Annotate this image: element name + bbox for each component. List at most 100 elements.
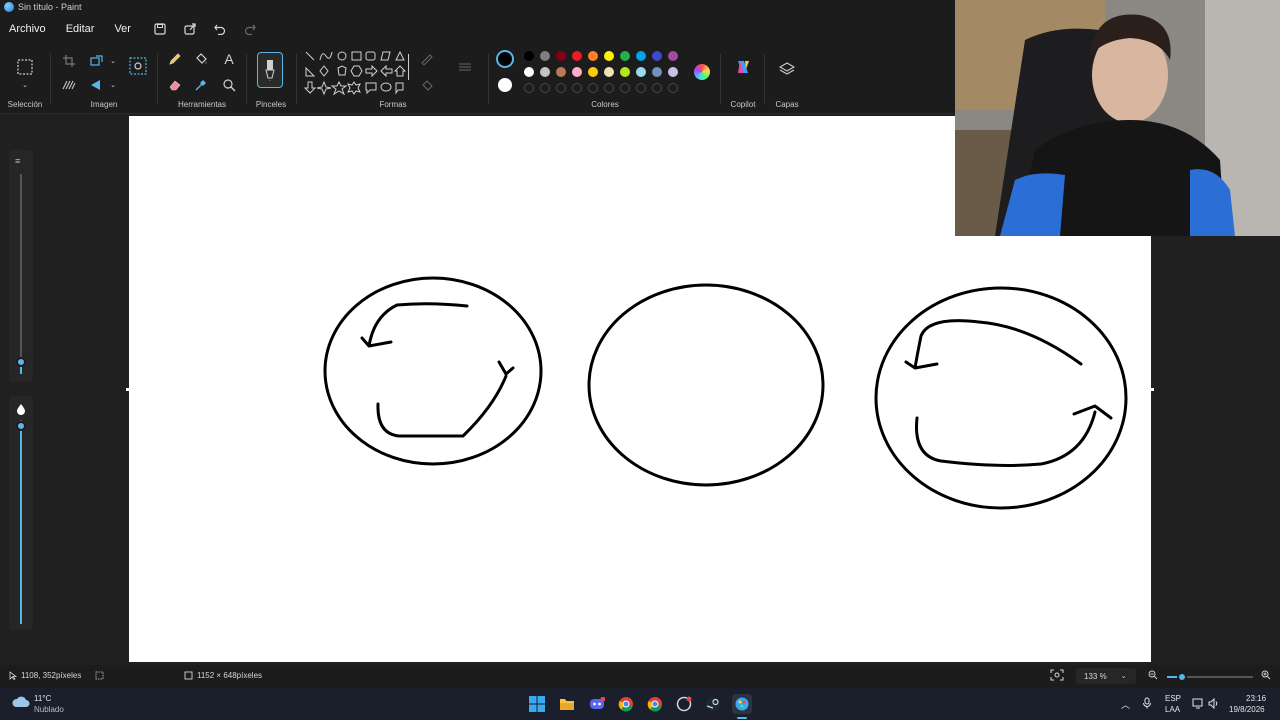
secondary-color-swatch[interactable]	[498, 78, 512, 92]
brush-icon[interactable]	[257, 52, 283, 88]
status-bar: 1108, 352píxeles 1152 × 648píxeles 133 %…	[0, 665, 1280, 688]
magnifier-icon[interactable]	[220, 76, 238, 94]
language-top[interactable]: ESP	[1165, 694, 1181, 703]
clock-time[interactable]: 23:16	[1246, 694, 1266, 703]
canvas-resize-handle-right[interactable]	[1151, 388, 1154, 391]
file-explorer-icon[interactable]	[557, 694, 577, 714]
chevron-down-icon[interactable]: ⌄	[104, 52, 122, 70]
brushes-group: Pinceles	[248, 44, 294, 114]
color-swatch[interactable]	[604, 51, 614, 61]
steam-icon[interactable]	[703, 694, 723, 714]
edit-colors-icon[interactable]	[694, 64, 710, 80]
chevron-down-icon[interactable]: ⌄	[104, 76, 122, 94]
image-select-icon[interactable]	[128, 56, 148, 76]
custom-color-slot[interactable]	[652, 83, 662, 93]
shape-fill-icon[interactable]	[418, 76, 436, 94]
chrome-profile-icon[interactable]	[645, 694, 665, 714]
rectangle-select-icon[interactable]	[16, 58, 34, 76]
clock-date[interactable]: 19/8/2026	[1229, 705, 1265, 714]
canvas-size-text: 1152 × 648píxeles	[197, 671, 263, 680]
color-swatch[interactable]	[540, 67, 550, 77]
color-swatch[interactable]	[620, 67, 630, 77]
zoom-in-icon[interactable]	[1261, 670, 1271, 680]
save-icon[interactable]	[151, 20, 169, 38]
microphone-icon[interactable]	[1142, 697, 1152, 711]
slider-thumb[interactable]	[16, 357, 26, 367]
custom-color-slot[interactable]	[668, 83, 678, 93]
color-swatch[interactable]	[668, 51, 678, 61]
chrome-icon[interactable]	[616, 694, 636, 714]
color-swatch[interactable]	[588, 51, 598, 61]
fill-bucket-icon[interactable]	[192, 50, 210, 68]
color-swatch[interactable]	[572, 51, 582, 61]
image-group-label: Imagen	[90, 100, 118, 109]
color-swatch[interactable]	[556, 67, 566, 77]
fit-to-window-icon[interactable]	[1050, 669, 1064, 681]
opacity-slider[interactable]	[9, 396, 33, 630]
color-swatch[interactable]	[636, 67, 646, 77]
copilot-icon[interactable]	[734, 58, 752, 76]
menu-ver[interactable]: Ver	[114, 23, 131, 35]
shapes-gallery[interactable]	[302, 50, 412, 98]
slider-thumb[interactable]	[16, 421, 26, 431]
shape-outline-icon[interactable]	[418, 50, 436, 68]
brush-size-slider[interactable]: ≡	[9, 150, 33, 382]
image-effects-icon[interactable]	[60, 76, 78, 94]
shape-size-icon[interactable]	[456, 58, 474, 76]
ribbon-divider	[50, 54, 51, 104]
color-swatch[interactable]	[540, 51, 550, 61]
pencil-icon[interactable]	[166, 50, 184, 68]
zoom-out-icon[interactable]	[1148, 670, 1158, 680]
paint-taskbar-icon[interactable]	[732, 694, 752, 714]
menu-editar[interactable]: Editar	[66, 23, 95, 35]
menu-archivo[interactable]: Archivo	[9, 23, 46, 35]
custom-color-slot[interactable]	[588, 83, 598, 93]
chevron-up-icon[interactable]: ︿	[1121, 698, 1130, 711]
layers-group: Capas	[766, 44, 808, 114]
custom-color-slot[interactable]	[572, 83, 582, 93]
selection-group: ⌄ Selección	[0, 44, 50, 114]
color-swatch[interactable]	[604, 67, 614, 77]
language-bottom[interactable]: LAA	[1165, 705, 1180, 714]
color-swatch[interactable]	[588, 67, 598, 77]
color-picker-icon[interactable]	[192, 76, 210, 94]
start-icon[interactable]	[527, 694, 547, 714]
tools-group-label: Herramientas	[177, 100, 226, 109]
custom-color-slot[interactable]	[604, 83, 614, 93]
chevron-down-icon[interactable]: ⌄	[16, 76, 34, 94]
color-swatch[interactable]	[620, 51, 630, 61]
color-swatch[interactable]	[636, 51, 646, 61]
eraser-icon[interactable]	[166, 76, 184, 94]
color-swatch[interactable]	[652, 51, 662, 61]
color-swatch[interactable]	[668, 67, 678, 77]
volume-icon[interactable]	[1208, 697, 1220, 711]
window-title: Sin título - Paint	[18, 2, 82, 12]
drawn-ellipse-middle	[587, 283, 825, 487]
canvas-resize-handle-left[interactable]	[126, 388, 129, 391]
discord-icon[interactable]	[587, 694, 607, 714]
app-icon[interactable]	[674, 694, 694, 714]
custom-color-slot[interactable]	[556, 83, 566, 93]
color-swatch[interactable]	[524, 51, 534, 61]
weather-icon[interactable]	[12, 695, 30, 711]
layers-icon[interactable]	[778, 60, 796, 78]
crop-icon[interactable]	[60, 52, 78, 70]
zoom-slider-thumb[interactable]	[1177, 672, 1187, 682]
custom-color-slot[interactable]	[524, 83, 534, 93]
zoom-slider-track[interactable]	[1167, 672, 1253, 682]
share-icon[interactable]	[181, 20, 199, 38]
custom-color-slot[interactable]	[636, 83, 646, 93]
color-swatch[interactable]	[652, 67, 662, 77]
undo-icon[interactable]	[211, 20, 229, 38]
text-tool-icon[interactable]: A	[220, 50, 238, 68]
primary-color-swatch[interactable]	[496, 50, 514, 68]
network-icon[interactable]	[1192, 698, 1204, 711]
zoom-dropdown[interactable]: 133 % ⌄	[1076, 668, 1136, 684]
custom-color-slot[interactable]	[620, 83, 630, 93]
colors-group: Colores	[490, 44, 720, 114]
color-swatch[interactable]	[572, 67, 582, 77]
redo-icon[interactable]	[241, 20, 259, 38]
custom-color-slot[interactable]	[540, 83, 550, 93]
color-swatch[interactable]	[556, 51, 566, 61]
color-swatch[interactable]	[524, 67, 534, 77]
